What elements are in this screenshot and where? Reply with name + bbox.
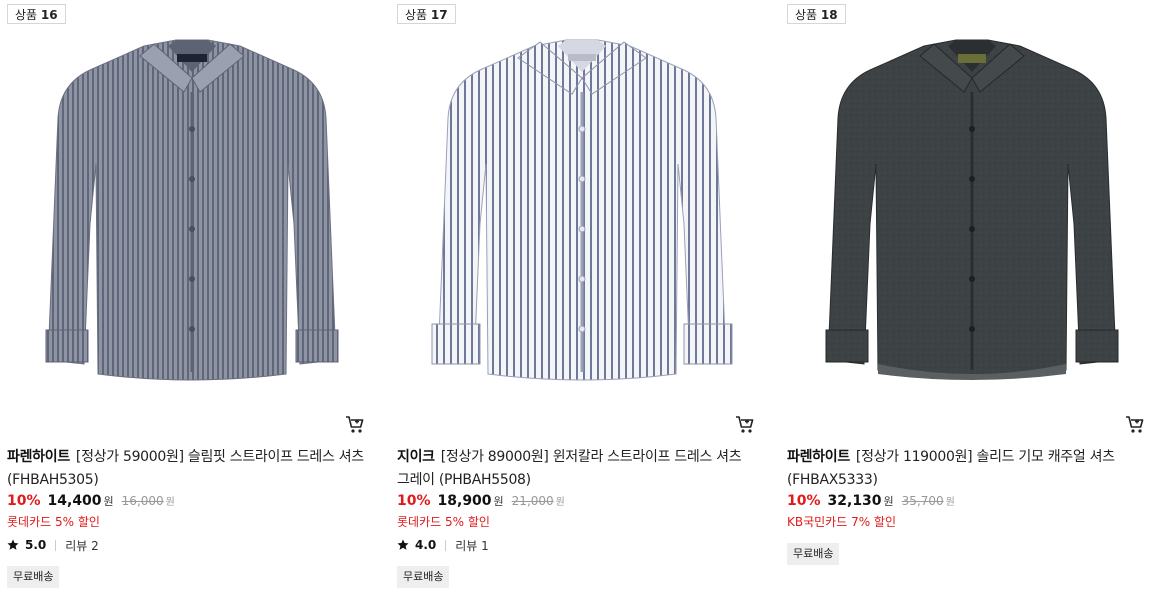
original-price-unit: 원: [555, 497, 565, 508]
star-icon: [397, 539, 409, 551]
card-benefit: 롯데카드 5% 할인: [397, 515, 490, 529]
original-price: 35,700: [901, 494, 944, 508]
free-shipping-badge: 무료배송: [397, 566, 450, 588]
brand-name: 지이크: [397, 449, 435, 465]
sale-price: 18,900: [437, 493, 492, 509]
divider: [445, 539, 447, 551]
badge-prefix: 상품: [405, 8, 428, 22]
original-price-unit: 원: [165, 497, 175, 508]
price-row: 10% 14,400 원 16,000 원: [7, 493, 175, 513]
product-title[interactable]: 지이크 [정상가 89000원] 윈저칼라 스트라이프 드레스 셔츠 그레이 (P…: [397, 446, 757, 492]
white-striped-shirt-image[interactable]: [422, 34, 742, 390]
product-badge: 상품 18: [787, 4, 846, 24]
sale-price-unit: 원: [493, 495, 504, 508]
discount-rate: 10%: [7, 493, 41, 509]
product-badge: 상품 17: [397, 4, 456, 24]
review-count[interactable]: 리뷰 2: [65, 537, 99, 554]
free-shipping-badge: 무료배송: [787, 543, 840, 565]
product-badge: 상품 16: [7, 4, 66, 24]
product-card[interactable]: 상품 16 파렌하이트 [정상가 59000원] 슬림핏 스트라이프 드레스 셔…: [7, 0, 377, 598]
rating-row: 5.0 리뷰 2: [7, 536, 99, 554]
sale-price-unit: 원: [883, 495, 894, 508]
product-title[interactable]: 파렌하이트 [정상가 59000원] 슬림핏 스트라이프 드레스 셔츠 (FHBA…: [7, 446, 367, 492]
brand-name: 파렌하이트: [7, 449, 70, 465]
sale-price-unit: 원: [103, 495, 114, 508]
product-card[interactable]: 상품 17 지이크 [정상가 89000원] 윈저칼라 스트라이프 드레스 셔츠…: [397, 0, 767, 598]
price-row: 10% 32,130 원 35,700 원: [787, 493, 955, 513]
charcoal-solid-shirt-image[interactable]: [812, 34, 1132, 390]
original-price: 16,000: [121, 494, 164, 508]
rating-row: 4.0 리뷰 1: [397, 536, 489, 554]
divider: [55, 539, 57, 551]
card-benefit: KB국민카드 7% 할인: [787, 515, 897, 529]
product-card[interactable]: 상품 18 파렌하이트 [정상가 119000원] 솔리드 기모 캐주얼 셔츠 …: [787, 0, 1157, 598]
badge-number: 18: [820, 8, 838, 22]
free-shipping-badge: 무료배송: [7, 566, 60, 588]
cart-icon[interactable]: [1125, 415, 1145, 435]
cart-icon[interactable]: [735, 415, 755, 435]
badge-number: 16: [40, 8, 58, 22]
badge-number: 17: [430, 8, 448, 22]
original-price: 21,000: [511, 494, 554, 508]
badge-prefix: 상품: [795, 8, 818, 22]
cart-icon[interactable]: [345, 415, 365, 435]
brand-name: 파렌하이트: [787, 449, 850, 465]
price-row: 10% 18,900 원 21,000 원: [397, 493, 565, 513]
rating-score: 4.0: [415, 538, 437, 552]
review-count[interactable]: 리뷰 1: [455, 537, 489, 554]
rating-score: 5.0: [25, 538, 47, 552]
discount-rate: 10%: [787, 493, 821, 509]
gray-striped-shirt-image[interactable]: [32, 34, 352, 390]
star-icon: [7, 539, 19, 551]
product-title[interactable]: 파렌하이트 [정상가 119000원] 솔리드 기모 캐주얼 셔츠 (FHBAX5…: [787, 446, 1147, 492]
original-price-unit: 원: [945, 497, 955, 508]
product-name: [정상가 89000원] 윈저칼라 스트라이프 드레스 셔츠 그레이 (PHBA…: [397, 449, 742, 488]
sale-price: 14,400: [47, 493, 102, 509]
discount-rate: 10%: [397, 493, 431, 509]
product-grid: 상품 16 파렌하이트 [정상가 59000원] 슬림핏 스트라이프 드레스 셔…: [0, 0, 1164, 598]
card-benefit: 롯데카드 5% 할인: [7, 515, 100, 529]
badge-prefix: 상품: [15, 8, 38, 22]
sale-price: 32,130: [827, 493, 882, 509]
